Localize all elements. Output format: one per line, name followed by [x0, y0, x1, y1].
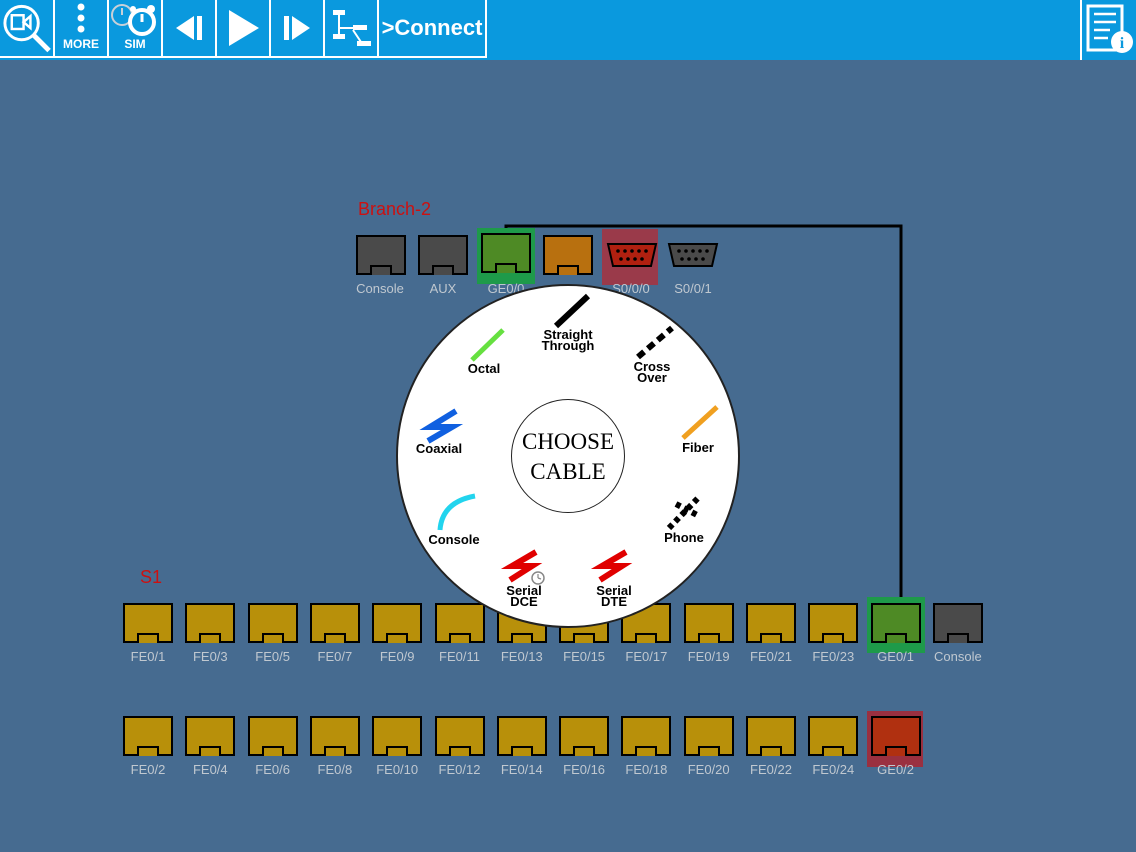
switch-port[interactable]	[559, 716, 610, 756]
straight-through-label-2: Through	[541, 338, 595, 353]
branch-port-ge0-1[interactable]	[543, 235, 593, 275]
switch-port[interactable]	[746, 603, 796, 643]
switch-port[interactable]	[683, 603, 734, 643]
switch-port[interactable]	[372, 603, 423, 643]
switch-port-label: FE0/11	[439, 649, 480, 664]
switch-port[interactable]	[683, 716, 734, 756]
switch-port[interactable]	[185, 716, 236, 756]
switch-port-label: FE0/22	[750, 762, 792, 777]
switch-port[interactable]	[185, 603, 236, 643]
switch-port[interactable]	[372, 716, 423, 756]
cross-over-option[interactable]: Cross Over	[622, 360, 682, 385]
console-label: Console	[428, 532, 480, 547]
switch-port[interactable]	[746, 716, 796, 756]
phone-option[interactable]: Phone	[654, 530, 714, 545]
straight-through-option[interactable]: Straight Through	[528, 328, 608, 353]
switch-port[interactable]	[808, 716, 859, 756]
branch-port-aux[interactable]	[418, 235, 468, 275]
coaxial-label: Coaxial	[415, 441, 463, 456]
choose-cable-title-line2: CABLE	[530, 459, 606, 484]
switch-port[interactable]	[808, 603, 859, 643]
switch-port-label: FE0/2	[130, 762, 166, 777]
switch-port-label: Console	[934, 649, 982, 664]
switch-port-label: FE0/18	[625, 762, 668, 777]
branch-port-console[interactable]	[356, 235, 406, 275]
branch-port-ge0-0[interactable]	[481, 233, 531, 273]
switch-port-label: FE0/6	[255, 762, 290, 777]
switch-port[interactable]	[247, 603, 298, 643]
octal-label: Octal	[467, 361, 501, 376]
switch-port-label: FE0/7	[317, 649, 353, 664]
switch-port-label: FE0/21	[750, 649, 792, 664]
branch-port-s0-0-0[interactable]	[606, 242, 658, 273]
coaxial-option[interactable]: Coaxial	[404, 441, 474, 456]
branch-port-s0-0-1[interactable]	[667, 242, 719, 273]
switch-port-label: FE0/4	[192, 762, 228, 777]
switch-port-label: FE0/23	[812, 649, 855, 664]
branch-port-label: Console	[356, 281, 404, 296]
switch-port[interactable]	[870, 716, 921, 756]
switch-port[interactable]	[123, 603, 173, 643]
switch-port-label: FE0/24	[812, 762, 855, 777]
switch-port-label: FE0/19	[687, 649, 730, 664]
switch-port[interactable]	[932, 603, 983, 643]
switch-port-label: FE0/1	[130, 649, 166, 664]
fiber-label: Fiber	[682, 440, 714, 455]
switch-port-label: GE0/1	[877, 649, 915, 664]
switch-port-label: FE0/10	[376, 762, 419, 777]
serial-dce-option[interactable]: Serial DCE	[494, 584, 554, 609]
switch-port[interactable]	[309, 603, 360, 643]
switch-device-name: S1	[140, 567, 163, 587]
console-option[interactable]: Console	[419, 532, 489, 547]
switch-port-label: FE0/9	[379, 649, 415, 664]
switch-port-label: FE0/5	[255, 649, 290, 664]
choose-cable-center[interactable]: CHOOSE CABLE	[511, 399, 625, 513]
switch-port-label: FE0/12	[438, 762, 481, 777]
switch-port[interactable]	[247, 716, 298, 756]
switch-port-label: FE0/17	[625, 649, 668, 664]
switch-port[interactable]	[621, 716, 672, 756]
branch-device-name: Branch-2	[358, 199, 432, 219]
switch-port[interactable]	[123, 716, 173, 756]
serial-port-icon	[667, 243, 719, 267]
switch-port-label: FE0/3	[192, 649, 228, 664]
switch-port-label: FE0/20	[687, 762, 730, 777]
switch-port[interactable]	[496, 716, 547, 756]
branch-port-label: AUX	[429, 281, 457, 296]
phone-label: Phone	[664, 530, 704, 545]
serial-dte-option[interactable]: Serial DTE	[584, 584, 644, 609]
switch-port-label: FE0/16	[563, 762, 606, 777]
serial-dce-label-2: DCE	[510, 594, 538, 609]
choose-cable-title-line1: CHOOSE	[521, 429, 614, 454]
switch-port-label: FE0/15	[563, 649, 606, 664]
switch-port-label: FE0/13	[500, 649, 543, 664]
serial-port-icon	[606, 243, 658, 267]
switch-port[interactable]	[434, 603, 485, 643]
fiber-option[interactable]: Fiber	[668, 440, 728, 455]
switch-port-label: FE0/8	[317, 762, 353, 777]
switch-port[interactable]	[434, 716, 485, 756]
switch-port[interactable]	[870, 603, 921, 643]
branch-port-label: S0/0/1	[674, 281, 712, 296]
switch-port[interactable]	[309, 716, 360, 756]
octal-option[interactable]: Octal	[454, 361, 514, 376]
cross-over-label-2: Over	[637, 370, 667, 385]
serial-dte-label-2: DTE	[601, 594, 627, 609]
switch-port-label: GE0/2	[877, 762, 915, 777]
switch-port-label: FE0/14	[500, 762, 543, 777]
